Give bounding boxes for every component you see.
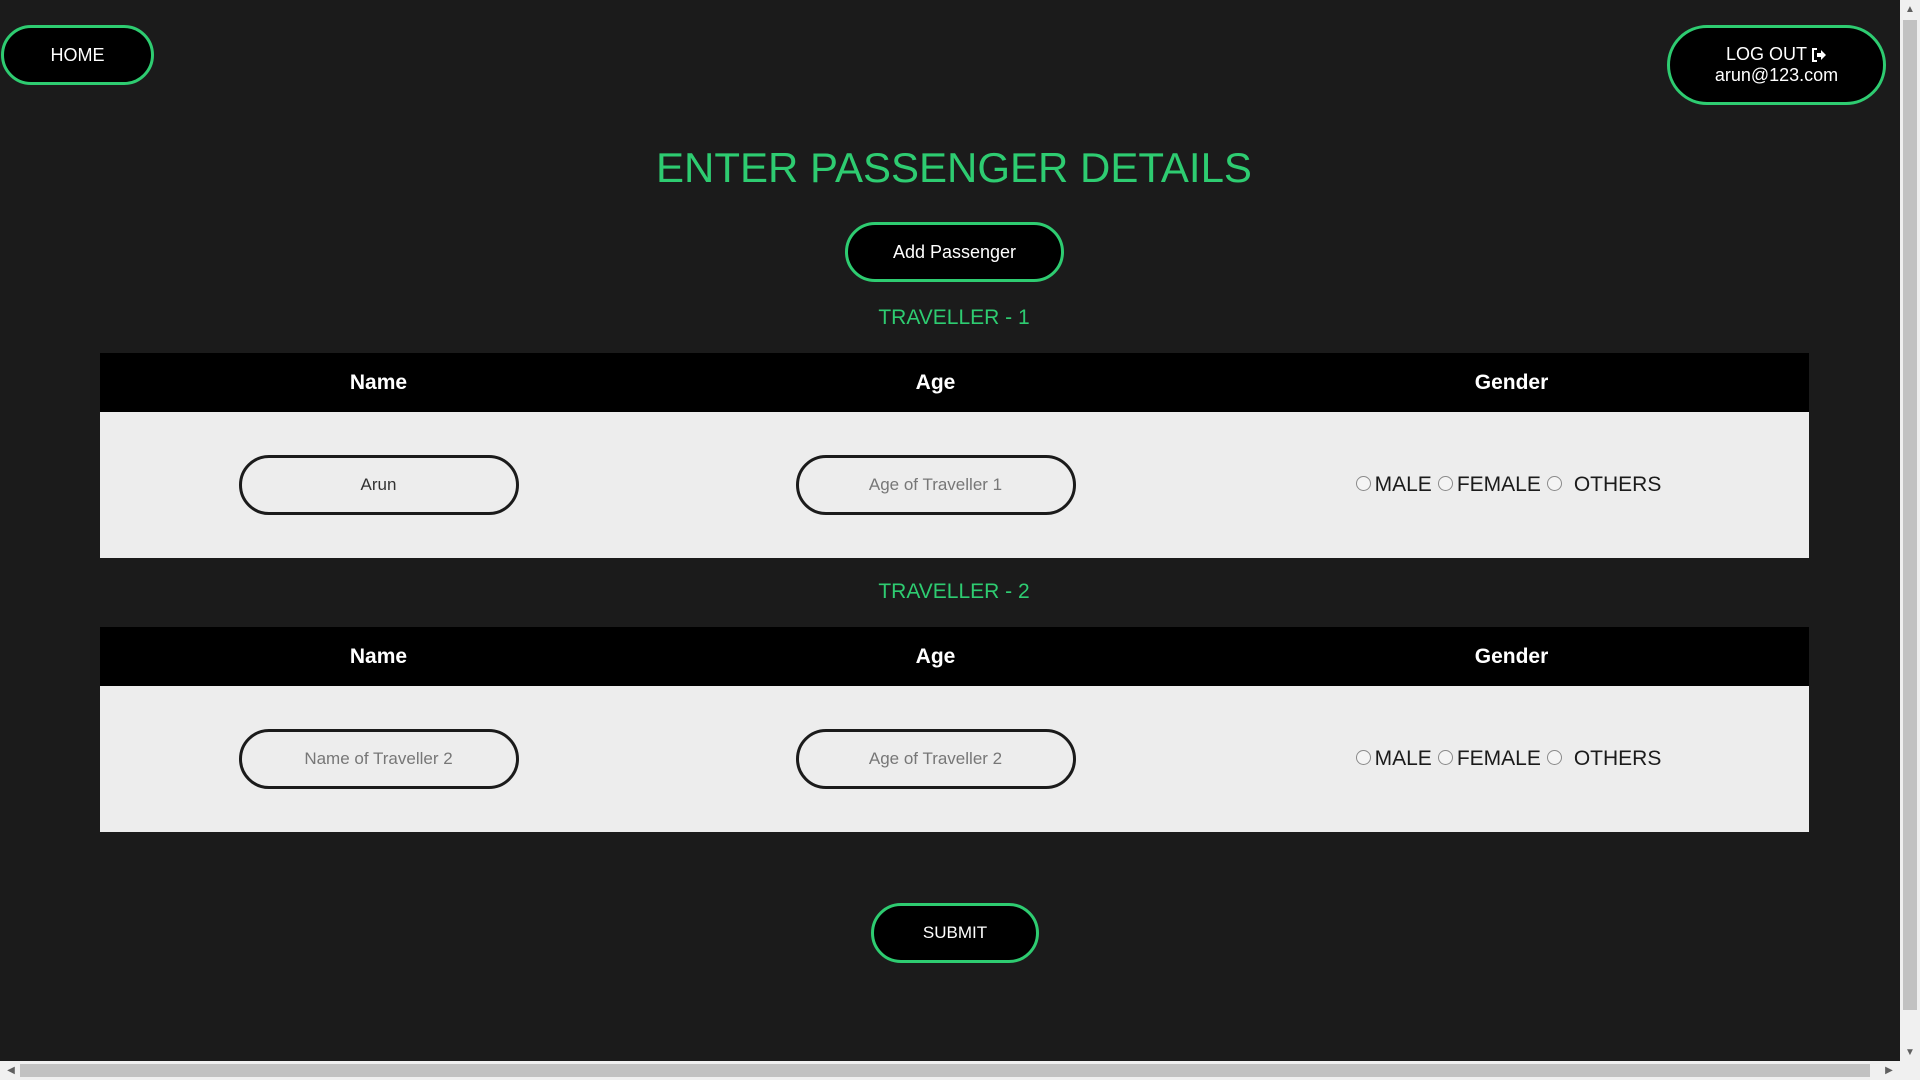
vertical-scroll-thumb[interactable]: [1903, 20, 1917, 1010]
female-label: FEMALE: [1456, 747, 1541, 770]
logout-button[interactable]: LOG OUT arun@123.com: [1667, 25, 1886, 105]
horizontal-scroll-thumb[interactable]: [20, 1064, 1870, 1077]
sign-out-icon: [1812, 47, 1826, 62]
traveller-2-table: Name Age Gender MALE FEMALE OTHERS: [100, 627, 1809, 832]
add-passenger-label: Add Passenger: [892, 241, 1017, 262]
name-cell: [100, 729, 657, 789]
header-age: Age: [915, 370, 956, 394]
passenger-details-page: HOME LOG OUT arun@123.com ENTER PASSENGE…: [0, 0, 1920, 1080]
male-label: MALE: [1374, 473, 1432, 496]
traveller-1-title: TRAVELLER - 1: [878, 306, 1030, 329]
age-cell: [657, 729, 1214, 789]
home-button[interactable]: HOME: [1, 25, 154, 85]
gender-cell: MALE FEMALE OTHERS: [1214, 473, 1809, 497]
submit-button[interactable]: SUBMIT: [871, 903, 1039, 963]
horizontal-scrollbar[interactable]: ◀ ▶: [0, 1061, 1920, 1080]
scroll-left-arrow-icon[interactable]: ◀: [2, 1061, 20, 1080]
header-gender: Gender: [1474, 370, 1549, 394]
name-cell: [100, 455, 657, 515]
table-header-row: Name Age Gender: [100, 627, 1809, 686]
submit-button-label: SUBMIT: [922, 923, 988, 942]
traveller-1-age-input[interactable]: [795, 455, 1076, 515]
vertical-scrollbar[interactable]: ▲ ▼: [1900, 0, 1920, 1061]
gender-cell: MALE FEMALE OTHERS: [1214, 747, 1809, 771]
add-passenger-button[interactable]: Add Passenger: [845, 222, 1064, 282]
traveller-1-female-radio[interactable]: [1437, 475, 1453, 491]
home-button-label: HOME: [50, 44, 105, 65]
logout-button-label: LOG OUT: [1725, 44, 1807, 64]
header-name: Name: [349, 644, 408, 668]
table-header-row: Name Age Gender: [100, 353, 1809, 412]
traveller-1-gender-group: MALE FEMALE OTHERS: [1355, 473, 1668, 497]
header-gender: Gender: [1474, 644, 1549, 668]
age-cell: [657, 455, 1214, 515]
others-label: OTHERS: [1573, 473, 1662, 496]
traveller-1-name-input[interactable]: [238, 455, 519, 515]
traveller-2-name-input[interactable]: [238, 729, 519, 789]
traveller-2-male-radio[interactable]: [1355, 749, 1371, 765]
header-age: Age: [915, 644, 956, 668]
logout-line: LOG OUT: [1726, 44, 1827, 65]
table-row: MALE FEMALE OTHERS: [100, 412, 1809, 558]
header-name: Name: [349, 370, 408, 394]
scroll-right-arrow-icon[interactable]: ▶: [1880, 1061, 1898, 1080]
user-email: arun@123.com: [1714, 65, 1839, 85]
male-label: MALE: [1374, 747, 1432, 770]
others-label: OTHERS: [1573, 747, 1662, 770]
table-row: MALE FEMALE OTHERS: [100, 686, 1809, 832]
female-label: FEMALE: [1456, 473, 1541, 496]
traveller-2-age-input[interactable]: [795, 729, 1076, 789]
page-title: ENTER PASSENGER DETAILS: [656, 144, 1252, 191]
traveller-2-female-radio[interactable]: [1437, 749, 1453, 765]
scroll-up-arrow-icon[interactable]: ▲: [1900, 0, 1920, 18]
traveller-1-male-radio[interactable]: [1355, 475, 1371, 491]
traveller-1-others-radio[interactable]: [1546, 475, 1562, 491]
traveller-1-table: Name Age Gender MALE FEMALE OTHERS: [100, 353, 1809, 558]
traveller-2-title: TRAVELLER - 2: [878, 580, 1030, 603]
scroll-down-arrow-icon[interactable]: ▼: [1900, 1043, 1920, 1061]
traveller-2-others-radio[interactable]: [1546, 749, 1562, 765]
traveller-2-gender-group: MALE FEMALE OTHERS: [1355, 747, 1668, 771]
